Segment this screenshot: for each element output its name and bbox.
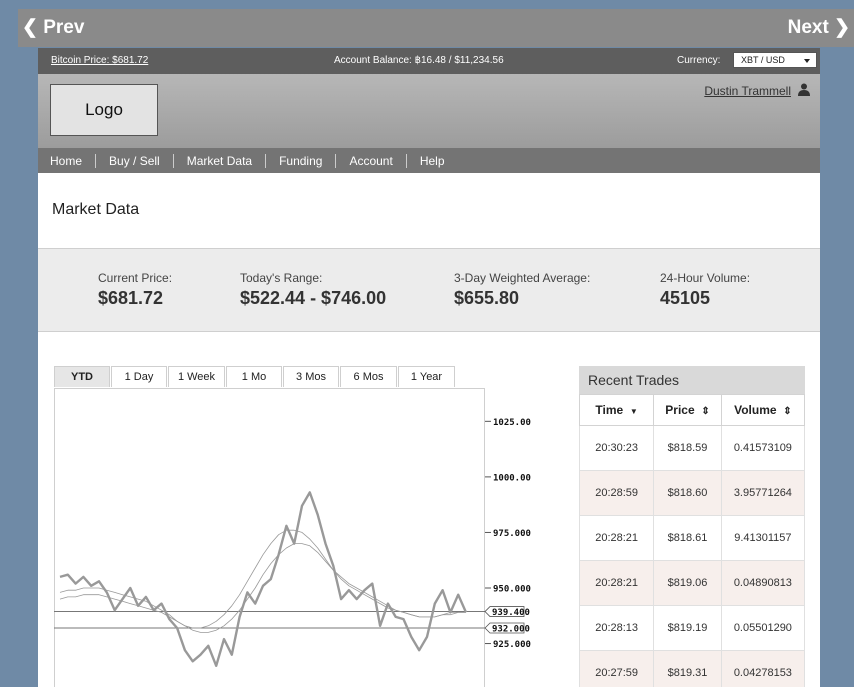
stats-panel: Current Price: $681.72 Today's Range: $5… xyxy=(38,248,820,332)
stat-24h-volume: 24-Hour Volume: 45105 xyxy=(660,271,750,309)
cell-volume: 0.05501290 xyxy=(720,605,806,651)
currency-select[interactable]: XBT / USD xyxy=(733,52,817,68)
tab-1-week[interactable]: 1 Week xyxy=(168,366,225,387)
cell-volume: 0.04278153 xyxy=(720,650,806,687)
tab-1-day[interactable]: 1 Day xyxy=(111,366,167,387)
y-tick-label: 975.000 xyxy=(493,529,531,539)
cell-time: 20:27:59 xyxy=(578,650,655,687)
stat-label: 24-Hour Volume: xyxy=(660,271,751,285)
cell-price: $818.59 xyxy=(653,425,722,471)
recent-trades-panel: Recent Trades Time ▼ Price ⇕ Volume ⇕ 20… xyxy=(578,366,806,687)
page-title: Market Data xyxy=(52,201,140,218)
tab-6-mos[interactable]: 6 Mos xyxy=(340,366,397,387)
chart-range-tabs: YTD 1 Day 1 Week 1 Mo 3 Mos 6 Mos 1 Year xyxy=(54,366,456,387)
col-price-header[interactable]: Price ⇕ xyxy=(653,394,722,426)
table-row[interactable]: 20:27:59 $819.31 0.04278153 xyxy=(578,650,806,687)
sort-desc-icon: ▼ xyxy=(629,407,638,416)
slide-nav-bar: ❮ Prev Next ❯ xyxy=(18,9,854,47)
nav-home[interactable]: Home xyxy=(38,153,97,168)
sort-icon: ⇕ xyxy=(701,406,710,417)
cell-volume: 0.41573109 xyxy=(720,425,806,471)
header: Logo Dustin Trammell xyxy=(38,74,820,148)
cell-time: 20:28:13 xyxy=(578,605,655,651)
stat-value: $655.80 xyxy=(454,288,520,308)
cell-price: $818.61 xyxy=(653,515,722,561)
app-window: Bitcoin Price: $681.72 Account Balance: … xyxy=(38,48,820,687)
cell-price: $819.31 xyxy=(653,650,722,687)
sort-icon: ⇕ xyxy=(783,406,792,417)
stat-weighted-average: 3-Day Weighted Average: $655.80 xyxy=(454,271,590,309)
bitcoin-price-link[interactable]: Bitcoin Price: $681.72 xyxy=(51,55,148,66)
stat-label: Today's Range: xyxy=(240,271,323,285)
table-row[interactable]: 20:28:21 $818.61 9.41301157 xyxy=(578,515,806,561)
cell-price: $818.60 xyxy=(653,470,722,516)
nav-buy-sell[interactable]: Buy / Sell xyxy=(96,153,174,168)
nav-market-data[interactable]: Market Data xyxy=(174,153,267,168)
reference-line-label: 939.400 xyxy=(492,608,530,618)
table-header-row: Time ▼ Price ⇕ Volume ⇕ xyxy=(578,394,806,426)
y-tick-label: 1000.00 xyxy=(493,473,531,483)
cell-time: 20:28:59 xyxy=(578,470,655,516)
table-row[interactable]: 20:28:21 $819.06 0.04890813 xyxy=(578,560,806,606)
tab-1-mo[interactable]: 1 Mo xyxy=(226,366,282,387)
col-time-header[interactable]: Time ▼ xyxy=(578,394,655,426)
recent-trades-title: Recent Trades xyxy=(579,366,805,394)
cell-time: 20:30:23 xyxy=(578,425,655,471)
cell-volume: 0.04890813 xyxy=(720,560,806,606)
chevron-left-icon: ❮ xyxy=(22,17,38,38)
account-balance: Account Balance: ฿16.48 / $11,234.56 xyxy=(334,55,504,66)
chevron-right-icon: ❯ xyxy=(834,17,850,38)
price-series-line xyxy=(59,491,468,667)
currency-label: Currency: xyxy=(677,55,721,66)
currency-value: XBT / USD xyxy=(741,55,785,65)
col-label: Volume xyxy=(734,403,777,417)
stat-current-price: Current Price: $681.72 xyxy=(98,271,172,309)
table-row[interactable]: 20:28:13 $819.19 0.05501290 xyxy=(578,605,806,651)
stat-value: $681.72 xyxy=(98,288,164,308)
user-name-link[interactable]: Dustin Trammell xyxy=(704,84,791,98)
cell-price: $819.19 xyxy=(653,605,722,651)
nav-account[interactable]: Account xyxy=(336,153,407,168)
cell-price: $819.06 xyxy=(653,560,722,606)
table-row[interactable]: 20:28:59 $818.60 3.95771264 xyxy=(578,470,806,516)
col-label: Price xyxy=(665,403,695,417)
stat-value: 45105 xyxy=(660,288,711,308)
chevron-down-icon xyxy=(804,59,810,63)
info-bar: Bitcoin Price: $681.72 Account Balance: … xyxy=(38,48,820,74)
nav-help[interactable]: Help xyxy=(407,154,458,168)
stat-todays-range: Today's Range: $522.44 - $746.00 xyxy=(240,271,386,309)
price-chart[interactable]: 1025.00 1000.00 975.000 950.000 925.000 939.4… xyxy=(38,388,558,687)
stat-value: $522.44 - $746.00 xyxy=(240,288,387,308)
prev-label: Prev xyxy=(43,17,85,38)
cell-volume: 3.95771264 xyxy=(720,470,806,516)
logo[interactable]: Logo xyxy=(50,84,158,136)
y-tick-label: 925.000 xyxy=(493,640,531,650)
col-volume-header[interactable]: Volume ⇕ xyxy=(720,394,806,426)
y-tick-label: 950.000 xyxy=(493,585,531,595)
prev-button[interactable]: ❮ Prev xyxy=(22,16,84,39)
tab-ytd[interactable]: YTD xyxy=(54,366,110,387)
table-row[interactable]: 20:30:23 $818.59 0.41573109 xyxy=(578,425,806,471)
cell-time: 20:28:21 xyxy=(578,560,655,606)
main-nav: Home Buy / Sell Market Data Funding Acco… xyxy=(38,148,820,173)
col-label: Time xyxy=(595,403,624,417)
tab-3-mos[interactable]: 3 Mos xyxy=(283,366,339,387)
user-icon[interactable] xyxy=(798,83,810,96)
stat-label: 3-Day Weighted Average: xyxy=(454,271,591,285)
cell-time: 20:28:21 xyxy=(578,515,655,561)
nav-funding[interactable]: Funding xyxy=(266,153,337,168)
y-tick-label: 1025.00 xyxy=(493,418,531,428)
next-button[interactable]: Next ❯ xyxy=(788,16,850,39)
recent-trades-table: Time ▼ Price ⇕ Volume ⇕ 20:30:23 $818.59 0… xyxy=(578,394,806,687)
next-label: Next xyxy=(787,17,829,38)
stat-label: Current Price: xyxy=(98,271,173,285)
moving-average-line xyxy=(59,529,466,629)
reference-line-label: 932.000 xyxy=(492,625,530,635)
cell-volume: 9.41301157 xyxy=(720,515,806,561)
tab-1-year[interactable]: 1 Year xyxy=(398,366,455,387)
